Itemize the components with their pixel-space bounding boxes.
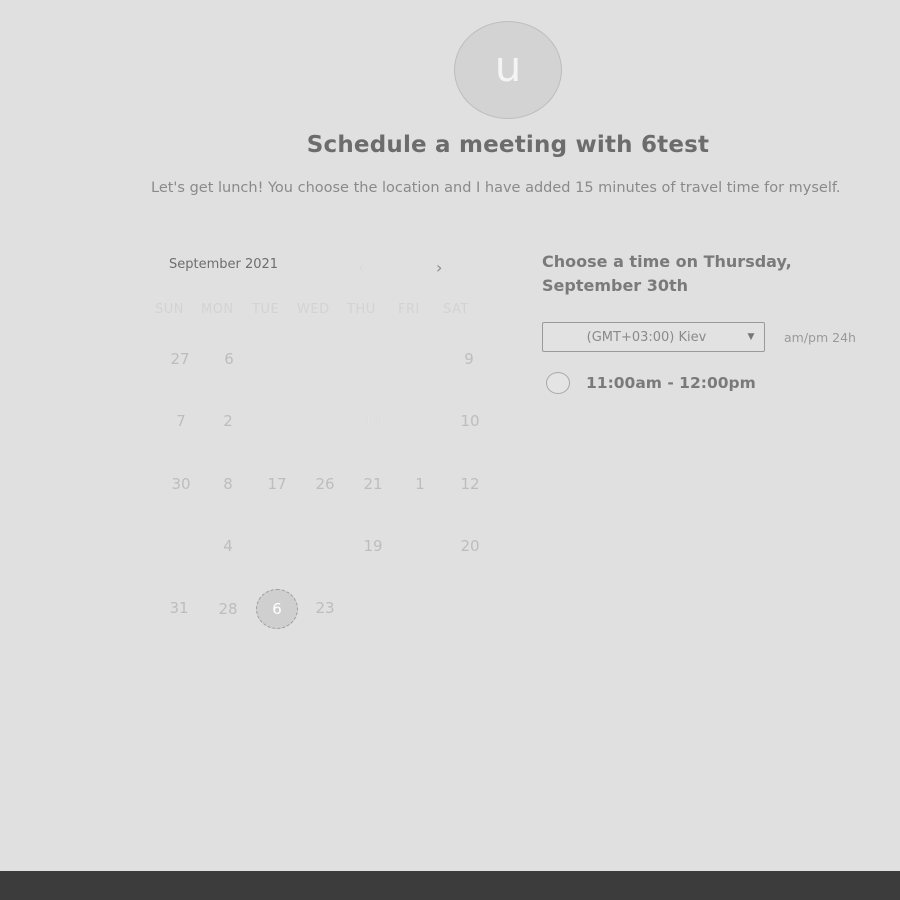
timezone-value: (GMT+03:00) Kiev: [586, 329, 707, 345]
weekday-thu: THU: [347, 302, 376, 317]
calendar-day[interactable]: 7: [161, 401, 201, 441]
calendar-day[interactable]: 8: [208, 464, 248, 504]
time-slot[interactable]: 11:00am - 12:00pm: [546, 372, 756, 394]
avatar: u: [454, 21, 562, 119]
calendar-month-label: September 2021: [169, 257, 279, 272]
time-format-toggle: am/pm 24h: [784, 330, 856, 345]
weekday-fri: FRI: [398, 302, 420, 317]
calendar-day[interactable]: 17: [257, 464, 297, 504]
weekday-mon: MON: [201, 302, 234, 317]
time-slot-label: 11:00am - 12:00pm: [586, 374, 756, 392]
calendar-day[interactable]: 27: [160, 339, 200, 379]
calendar-day[interactable]: 26: [400, 588, 440, 628]
calendar-day[interactable]: 9: [449, 339, 489, 379]
calendar-day[interactable]: 23: [305, 588, 345, 628]
radio-icon[interactable]: [546, 372, 570, 394]
calendar-day[interactable]: 11: [353, 401, 393, 441]
calendar-day[interactable]: 4: [208, 526, 248, 566]
calendar-day[interactable]: 19: [353, 526, 393, 566]
weekday-wed: WED: [297, 302, 330, 317]
calendar-day[interactable]: 30: [161, 464, 201, 504]
calendar-day-selected[interactable]: 6: [256, 589, 298, 629]
format-ampm-option[interactable]: am/pm: [784, 330, 828, 345]
time-panel-title: Choose a time on Thursday, September 30t…: [542, 252, 792, 295]
format-24h-option[interactable]: 24h: [832, 330, 856, 345]
calendar-day[interactable]: 2: [208, 401, 248, 441]
scheduling-page: u Schedule a meeting with 6test Let's ge…: [0, 0, 900, 900]
calendar-day[interactable]: 10: [450, 401, 490, 441]
avatar-letter: u: [494, 42, 522, 91]
event-description: Let's get lunch! You choose the location…: [151, 180, 841, 196]
calendar-day[interactable]: 6: [209, 339, 249, 379]
calendar-day[interactable]: 20: [450, 526, 490, 566]
calendar-day[interactable]: 1: [400, 464, 440, 504]
page-title: Schedule a meeting with 6test: [306, 132, 710, 158]
calendar-day[interactable]: 28: [208, 589, 248, 629]
weekday-tue: TUE: [252, 302, 280, 317]
weekday-sun: SUN: [155, 302, 184, 317]
footer-bar: [0, 871, 900, 900]
calendar-day[interactable]: 31: [159, 588, 199, 628]
chevron-left-icon[interactable]: ‹: [358, 258, 364, 277]
calendar-day[interactable]: 26: [305, 464, 345, 504]
caret-down-icon: ▼: [747, 332, 755, 342]
calendar-day[interactable]: 25: [160, 526, 200, 566]
chevron-right-icon[interactable]: ›: [436, 258, 442, 277]
timezone-select[interactable]: (GMT+03:00) Kiev ▼: [542, 322, 765, 352]
weekday-sat: SAT: [443, 302, 469, 317]
calendar-day[interactable]: 12: [450, 464, 490, 504]
calendar-day[interactable]: 21: [353, 464, 393, 504]
